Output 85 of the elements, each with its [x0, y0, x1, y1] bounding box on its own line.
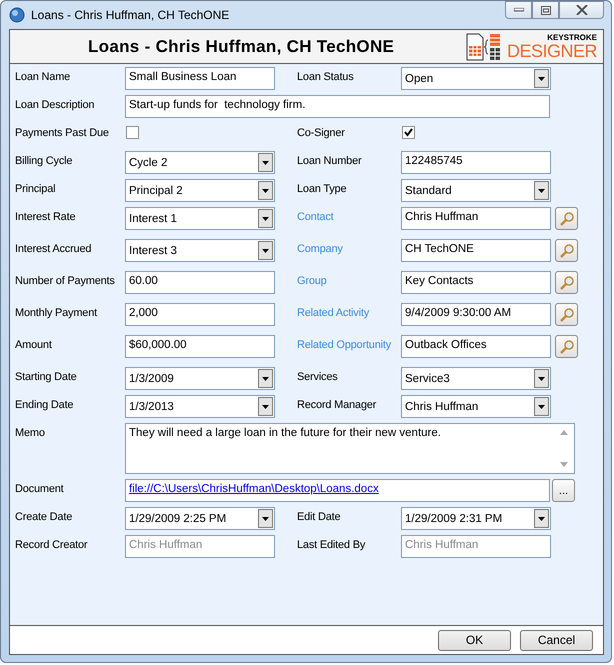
field-label: Group: [297, 274, 328, 287]
dropdown-field[interactable]: Principal 2: [125, 179, 275, 202]
field-label: Services: [297, 370, 339, 383]
field-label: Interest Rate: [15, 210, 76, 223]
dropdown-field[interactable]: Interest 1: [125, 207, 275, 230]
dropdown-field[interactable]: 1/29/2009 2:31 PM: [401, 507, 551, 530]
lookup-field[interactable]: CH TechONE: [401, 239, 551, 262]
field-label: Co-Signer: [297, 126, 346, 139]
field-label: Ending Date: [15, 398, 74, 411]
dropdown-field[interactable]: 1/3/2013: [125, 395, 275, 418]
search-icon: [558, 242, 574, 258]
checkbox[interactable]: [126, 126, 139, 139]
lookup-field[interactable]: 9/4/2009 9:30:00 AM: [401, 303, 551, 326]
cancel-button[interactable]: Cancel: [520, 630, 593, 650]
field-label: Loan Status: [297, 70, 355, 83]
field-label: Amount: [15, 338, 53, 351]
field-label: Loan Number: [297, 154, 362, 167]
dropdown-field[interactable]: 1/29/2009 2:25 PM: [125, 507, 275, 530]
dropdown-field[interactable]: Service3: [401, 367, 551, 390]
text-field[interactable]: 60.00: [125, 271, 275, 294]
field-label: Billing Cycle: [15, 154, 74, 167]
document-field[interactable]: file://C:\Users\ChrisHuffman\Desktop\Loans.docx: [125, 479, 550, 502]
field-label: Create Date: [15, 510, 74, 523]
search-button[interactable]: [555, 335, 578, 358]
dropdown-field[interactable]: Cycle 2: [125, 151, 275, 174]
close-icon: [576, 5, 588, 15]
field-label: Monthly Payment: [15, 306, 98, 319]
dropdown-field[interactable]: Open: [401, 67, 551, 90]
checkbox[interactable]: [402, 126, 415, 139]
dropdown-field[interactable]: 1/3/2009: [125, 367, 275, 390]
field-label: Document: [15, 482, 65, 495]
readonly-field: Chris Huffman: [125, 535, 275, 558]
close-button[interactable]: [559, 1, 604, 19]
field-label: Loan Description: [15, 98, 96, 111]
text-field[interactable]: Start-up funds for technology firm.: [125, 95, 550, 118]
ok-button[interactable]: OK: [438, 630, 511, 650]
window-title: Loans - Chris Huffman, CH TechONE: [31, 8, 230, 22]
memo-field[interactable]: They will need a large loan in the future for their new venture.: [125, 423, 575, 474]
minimize-button[interactable]: [505, 1, 532, 19]
field-label: Edit Date: [297, 510, 342, 523]
search-icon: [558, 210, 574, 226]
text-field[interactable]: Small Business Loan: [125, 67, 275, 90]
maximize-icon: [540, 6, 550, 14]
field-label: Related Opportunity: [297, 338, 392, 351]
search-icon: [558, 306, 574, 322]
form-title: Loans - Chris Huffman, CH TechONE: [88, 36, 394, 56]
field-label: Memo: [15, 426, 46, 439]
field-label: Principal: [15, 182, 56, 195]
dropdown-field[interactable]: Chris Huffman: [401, 395, 551, 418]
minimize-icon: [514, 8, 524, 12]
file-link[interactable]: file://C:\Users\ChrisHuffman\Desktop\Loans.docx: [129, 483, 379, 495]
field-label: Record Creator: [15, 538, 88, 551]
field-label: Related Activity: [297, 306, 370, 319]
field-label: Number of Payments: [15, 274, 116, 287]
field-label: Starting Date: [15, 370, 78, 383]
logo-text: KEYSTROKE: [547, 34, 597, 42]
text-field[interactable]: 2,000: [125, 303, 275, 326]
lookup-field[interactable]: Outback Offices: [401, 335, 551, 358]
search-button[interactable]: [555, 271, 578, 294]
app-icon: [9, 7, 25, 23]
scroll-down-icon[interactable]: [560, 462, 568, 467]
dropdown-field[interactable]: Interest 3: [125, 239, 275, 262]
logo-wordmark: DESIGNER: [506, 42, 597, 60]
scroll-up-icon[interactable]: [560, 430, 568, 435]
search-button[interactable]: [555, 303, 578, 326]
search-icon: [558, 274, 574, 290]
search-icon: [558, 338, 574, 354]
search-button[interactable]: [555, 207, 578, 230]
text-field[interactable]: 122485745: [401, 151, 551, 174]
field-label: Loan Name: [15, 70, 72, 83]
search-button[interactable]: [555, 239, 578, 262]
field-label: Company: [297, 242, 344, 255]
readonly-field: Chris Huffman: [401, 535, 551, 558]
text-field[interactable]: $60,000.00: [125, 335, 275, 358]
field-label: Record Manager: [297, 398, 378, 411]
field-label: Loan Type: [297, 182, 348, 195]
lookup-field[interactable]: Key Contacts: [401, 271, 551, 294]
field-label: Last Edited By: [297, 538, 366, 551]
maximize-button[interactable]: [532, 1, 559, 19]
field-label: Contact: [297, 210, 335, 223]
lookup-field[interactable]: Chris Huffman: [401, 207, 551, 230]
dropdown-field[interactable]: Standard: [401, 179, 551, 202]
field-label: Payments Past Due: [15, 126, 110, 139]
field-label: Interest Accrued: [15, 242, 92, 255]
browse-button[interactable]: ...: [552, 479, 575, 502]
